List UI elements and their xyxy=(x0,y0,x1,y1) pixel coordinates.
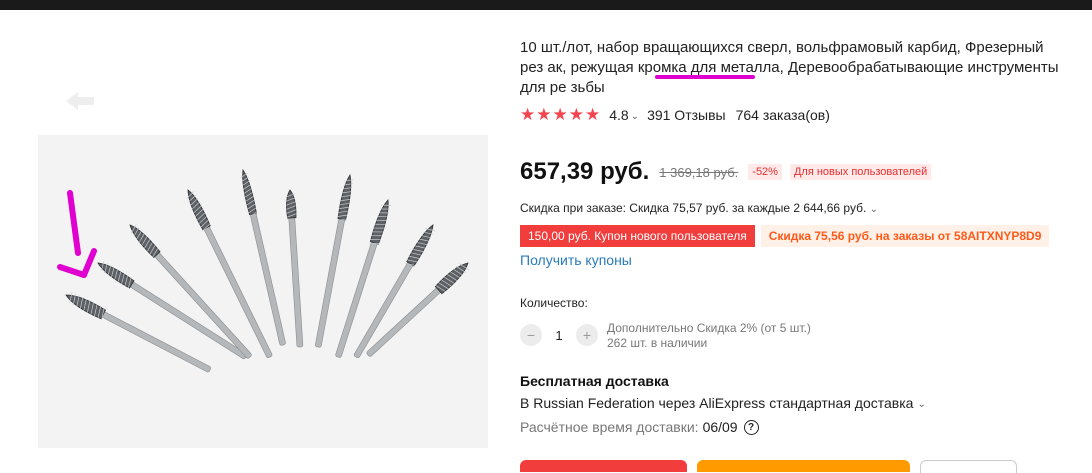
chevron-down-icon[interactable]: ⌄ xyxy=(870,204,878,215)
get-coupons-link[interactable]: Получить купоны xyxy=(520,252,632,268)
delivery-date: 06/09 xyxy=(702,419,738,435)
orders-count: 764 заказа(ов) xyxy=(735,107,830,123)
top-bar xyxy=(0,0,1092,10)
quantity-input[interactable]: 1 xyxy=(542,328,576,343)
reviews-link[interactable]: 391 Отзывы xyxy=(647,107,726,123)
order-discount-text: Скидка при заказе: Скидка 75,57 руб. за … xyxy=(520,201,867,215)
current-price: 657,39 руб. xyxy=(520,158,650,185)
product-title: 10 шт./лот, набор вращающихся сверл, вол… xyxy=(520,39,1059,96)
coupon-row: 150,00 руб. Купон нового пользователя Ск… xyxy=(520,225,1050,247)
quantity-info: Дополнительно Скидка 2% (от 5 шт.) 262 ш… xyxy=(607,321,811,351)
delivery-estimate-label: Расчётное время доставки: xyxy=(520,419,699,435)
delivery-estimate: Расчётное время доставки: 06/09 ? xyxy=(520,419,759,435)
shipping-description: В Russian Federation через AliExpress ст… xyxy=(520,395,914,411)
discount-badge: -52% xyxy=(748,164,782,180)
new-user-badge: Для новых пользователей xyxy=(789,164,932,180)
help-icon[interactable]: ? xyxy=(743,419,759,435)
rating-row: ★★★★★ 4.8 ⌄ 391 Отзывы 764 заказа(ов) xyxy=(520,105,830,125)
increase-button[interactable]: + xyxy=(576,324,598,346)
new-user-coupon[interactable]: 150,00 руб. Купон нового пользователя xyxy=(520,225,755,247)
order-discount[interactable]: Скидка при заказе: Скидка 75,57 руб. за … xyxy=(520,201,878,215)
star-icon[interactable]: ★★★★★ xyxy=(520,105,601,125)
wishlist-button[interactable] xyxy=(920,460,1017,473)
product-image[interactable] xyxy=(38,135,488,448)
chevron-down-icon[interactable]: ⌄ xyxy=(631,111,639,122)
quantity-stepper: − 1 + xyxy=(520,323,598,347)
price-row: 657,39 руб. 1 369,18 руб. -52% Для новых… xyxy=(520,158,932,186)
decrease-button[interactable]: − xyxy=(520,324,542,346)
code-discount-coupon[interactable]: Скидка 75,56 руб. на заказы от 58AITXNYP… xyxy=(760,225,1050,247)
buy-now-button[interactable] xyxy=(520,460,687,472)
back-arrow-icon[interactable] xyxy=(62,88,98,114)
shipping-method[interactable]: В Russian Federation через AliExpress ст… xyxy=(520,395,926,411)
extra-discount-text: Дополнительно Скидка 2% (от 5 шт.) xyxy=(607,321,811,335)
annotation-underline xyxy=(655,75,755,79)
add-to-cart-button[interactable] xyxy=(697,460,910,472)
drill-bits-photo xyxy=(38,135,488,448)
quantity-label: Количество: xyxy=(520,296,588,310)
chevron-down-icon[interactable]: ⌄ xyxy=(917,399,925,410)
shipping-title: Бесплатная доставка xyxy=(520,373,669,389)
old-price: 1 369,18 руб. xyxy=(659,164,739,180)
rating-value[interactable]: 4.8 xyxy=(609,107,628,123)
stock-text: 262 шт. в наличии xyxy=(607,336,708,350)
